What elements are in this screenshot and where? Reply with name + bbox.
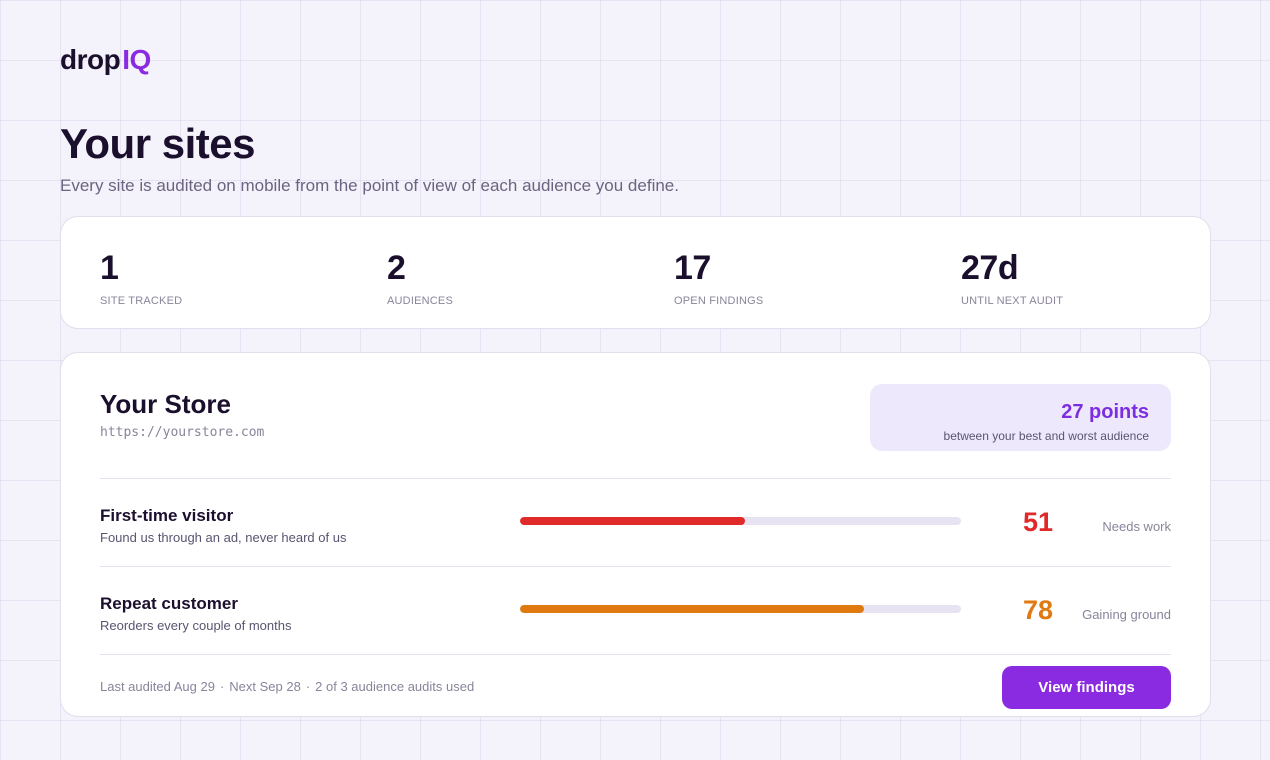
stat-audiences: 2 AUDIENCES (387, 249, 453, 307)
site-url: https://yourstore.com (100, 425, 265, 440)
stats-card: 1 SITE TRACKED 2 AUDIENCES 17 OPEN FINDI… (60, 216, 1211, 329)
score-gap-caption: between your best and worst audience (943, 429, 1149, 443)
audience-score-bar (520, 605, 961, 613)
next-audit: Next Sep 28 (229, 679, 301, 694)
audience-description: Found us through an ad, never heard of u… (100, 530, 347, 545)
page-subtitle: Every site is audited on mobile from the… (60, 176, 679, 195)
audit-usage: 2 of 3 audience audits used (315, 679, 475, 694)
stat-value: 27d (961, 249, 1019, 287)
audit-meta: Last audited Aug 29 · Next Sep 28 · 2 of 3 a… (100, 679, 474, 694)
divider (100, 566, 1171, 567)
site-card: Your Store https://yourstore.com 27 poin… (60, 352, 1211, 717)
audience-score: 78 (1022, 595, 1053, 625)
audience-description: Reorders every couple of months (100, 618, 292, 633)
audience-name: First-time visitor (100, 506, 234, 525)
stat-label: UNTIL NEXT AUDIT (961, 295, 1064, 307)
view-findings-button[interactable]: View findings (1002, 666, 1171, 709)
stat-open-findings: 17 OPEN FINDINGS (674, 249, 763, 307)
last-audited: Last audited Aug 29 (100, 679, 215, 694)
stat-value: 2 (387, 249, 406, 287)
score-gap-value: 27 points (1061, 401, 1149, 423)
audience-score-bar-fill (520, 605, 864, 613)
stat-value: 17 (674, 249, 711, 287)
logo-text-iq: IQ (122, 44, 151, 75)
stat-value: 1 (100, 249, 119, 287)
app-logo: dropIQ (60, 44, 151, 76)
stat-label: AUDIENCES (387, 295, 453, 307)
audience-name: Repeat customer (100, 594, 238, 613)
score-gap-badge: 27 points between your best and worst au… (870, 384, 1171, 451)
audience-score: 51 (1022, 507, 1053, 537)
audience-score-bar (520, 517, 961, 525)
divider (100, 654, 1171, 655)
logo-text-drop: drop (60, 44, 121, 75)
page-title: Your sites (60, 120, 255, 167)
audience-status: Needs work (1102, 519, 1171, 534)
divider (100, 478, 1171, 479)
separator: · (305, 679, 311, 694)
audience-status: Gaining ground (1082, 607, 1171, 622)
audience-score-bar-fill (520, 517, 745, 525)
stat-label: SITE TRACKED (100, 295, 183, 307)
site-name: Your Store (100, 389, 231, 419)
separator: · (219, 679, 225, 694)
stat-sites: 1 SITE TRACKED (100, 249, 182, 307)
stat-next-audit: 27d UNTIL NEXT AUDIT (961, 249, 1063, 307)
stat-label: OPEN FINDINGS (674, 295, 764, 307)
